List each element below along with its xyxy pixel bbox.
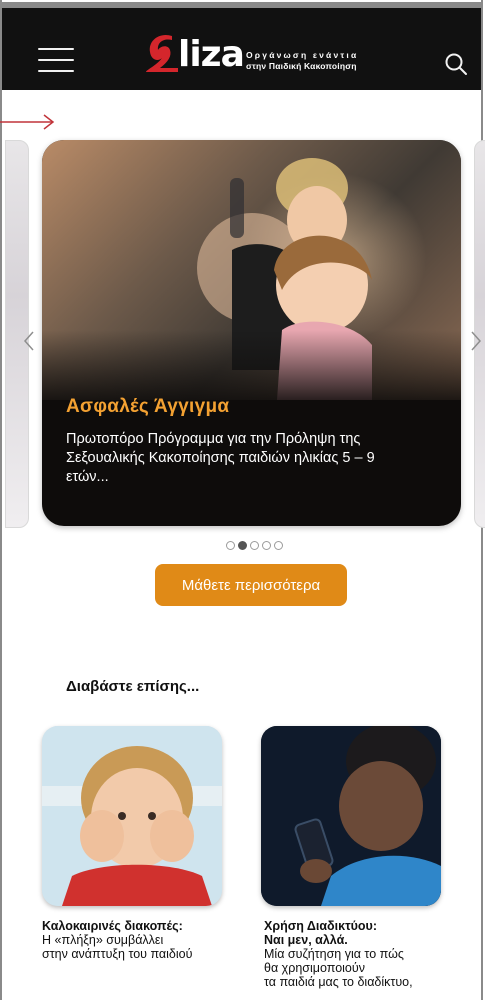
logo-tagline-line2: στην Παιδική Κακοποίηση xyxy=(246,61,357,71)
carousel-dot-2[interactable] xyxy=(238,541,247,550)
chevron-left-icon[interactable] xyxy=(22,330,36,352)
article-card-1-text-line1: Η «πλήξη» συμβάλλει xyxy=(42,933,164,947)
boy-bored-image xyxy=(42,726,222,906)
article-card-2-text-line1: Μία συζήτηση για το πώς xyxy=(264,947,404,961)
logo-wordmark: liza xyxy=(178,34,245,75)
slide-description: Πρωτοπόρο Πρόγραμμα για την Πρόληψη της … xyxy=(66,431,375,485)
carousel-dot-3[interactable] xyxy=(250,541,259,550)
article-card-2-text-line2: θα χρησιμοποιούν xyxy=(264,961,365,975)
learn-more-button[interactable]: Μάθετε περισσότερα xyxy=(155,564,347,606)
carousel-pagination xyxy=(226,541,286,553)
logo-tagline: Οργάνωση ενάντια στην Παιδική Κακοποίηση xyxy=(246,50,358,72)
article-card-2-title-line2[interactable]: Ναι μεν, αλλά. xyxy=(264,933,348,947)
hamburger-menu-icon[interactable] xyxy=(38,48,74,74)
article-card-1-text-line2: στην ανάπτυξη του παιδιού xyxy=(42,947,193,961)
arrow-right-icon xyxy=(0,112,60,132)
article-card-summer-holidays[interactable] xyxy=(42,726,222,906)
carousel-dot-5[interactable] xyxy=(274,541,283,550)
eliza-logo[interactable]: liza Οργάνωση ενάντια στην Παιδική Κακοπ… xyxy=(142,30,372,80)
logo-tagline-line1: Οργάνωση ενάντια xyxy=(246,50,359,60)
article-card-internet-use[interactable] xyxy=(261,726,441,906)
carousel-slide[interactable]: Ασφαλές Άγγιγμα Πρωτοπόρο Πρόγραμμα για … xyxy=(42,140,461,526)
chevron-right-icon[interactable] xyxy=(469,330,483,352)
carousel-dot-4[interactable] xyxy=(262,541,271,550)
child-with-phone-image xyxy=(261,726,441,906)
slide-title[interactable]: Ασφαλές Άγγιγμα xyxy=(66,396,229,418)
article-card-2-text-line3: τα παιδιά μας το διαδίκτυο, xyxy=(264,975,413,989)
read-also-heading: Διαβάστε επίσης... xyxy=(66,678,200,695)
article-card-1-title[interactable]: Καλοκαιρινές διακοπές: xyxy=(42,919,183,933)
top-navigation-bar: liza Οργάνωση ενάντια στην Παιδική Κακοπ… xyxy=(2,2,481,90)
carousel-dot-1[interactable] xyxy=(226,541,235,550)
search-icon[interactable] xyxy=(443,51,469,77)
article-card-2-title-line1[interactable]: Χρήση Διαδικτύου: xyxy=(264,919,377,933)
logo-mark: liza xyxy=(142,30,245,80)
